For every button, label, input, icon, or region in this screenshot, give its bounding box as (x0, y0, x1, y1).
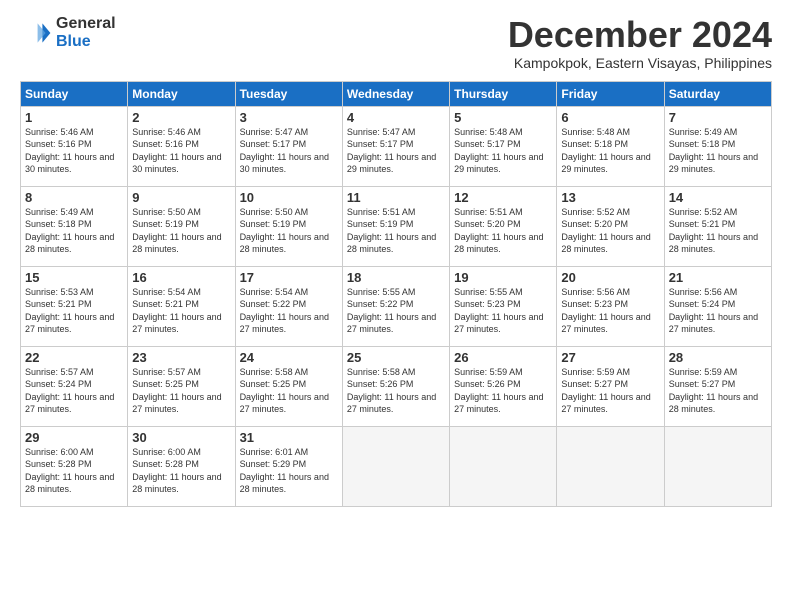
table-row: 22 Sunrise: 5:57 AMSunset: 5:24 PMDaylig… (21, 346, 772, 426)
day-24: 24 Sunrise: 5:58 AMSunset: 5:25 PMDaylig… (235, 346, 342, 426)
day-8: 8 Sunrise: 5:49 AMSunset: 5:18 PMDayligh… (21, 186, 128, 266)
day-21: 21 Sunrise: 5:56 AMSunset: 5:24 PMDaylig… (664, 266, 771, 346)
day-4: 4 Sunrise: 5:47 AMSunset: 5:17 PMDayligh… (342, 106, 449, 186)
logo-icon (20, 17, 52, 49)
col-wednesday: Wednesday (342, 81, 449, 106)
location: Kampokpok, Eastern Visayas, Philippines (508, 55, 772, 71)
day-2: 2 Sunrise: 5:46 AMSunset: 5:16 PMDayligh… (128, 106, 235, 186)
logo: General Blue (20, 15, 116, 50)
col-tuesday: Tuesday (235, 81, 342, 106)
day-11: 11 Sunrise: 5:51 AMSunset: 5:19 PMDaylig… (342, 186, 449, 266)
day-26: 26 Sunrise: 5:59 AMSunset: 5:26 PMDaylig… (450, 346, 557, 426)
day-28: 28 Sunrise: 5:59 AMSunset: 5:27 PMDaylig… (664, 346, 771, 426)
col-monday: Monday (128, 81, 235, 106)
empty-cell (450, 426, 557, 506)
empty-cell (342, 426, 449, 506)
logo-blue-text: Blue (56, 33, 116, 51)
col-friday: Friday (557, 81, 664, 106)
table-row: 15 Sunrise: 5:53 AMSunset: 5:21 PMDaylig… (21, 266, 772, 346)
day-20: 20 Sunrise: 5:56 AMSunset: 5:23 PMDaylig… (557, 266, 664, 346)
day-19: 19 Sunrise: 5:55 AMSunset: 5:23 PMDaylig… (450, 266, 557, 346)
col-thursday: Thursday (450, 81, 557, 106)
day-22: 22 Sunrise: 5:57 AMSunset: 5:24 PMDaylig… (21, 346, 128, 426)
empty-cell (664, 426, 771, 506)
month-title: December 2024 (508, 15, 772, 55)
day-17: 17 Sunrise: 5:54 AMSunset: 5:22 PMDaylig… (235, 266, 342, 346)
day-5: 5 Sunrise: 5:48 AMSunset: 5:17 PMDayligh… (450, 106, 557, 186)
day-14: 14 Sunrise: 5:52 AMSunset: 5:21 PMDaylig… (664, 186, 771, 266)
day-16: 16 Sunrise: 5:54 AMSunset: 5:21 PMDaylig… (128, 266, 235, 346)
day-3: 3 Sunrise: 5:47 AMSunset: 5:17 PMDayligh… (235, 106, 342, 186)
day-25: 25 Sunrise: 5:58 AMSunset: 5:26 PMDaylig… (342, 346, 449, 426)
title-section: December 2024 Kampokpok, Eastern Visayas… (508, 15, 772, 71)
day-23: 23 Sunrise: 5:57 AMSunset: 5:25 PMDaylig… (128, 346, 235, 426)
day-7: 7 Sunrise: 5:49 AMSunset: 5:18 PMDayligh… (664, 106, 771, 186)
logo-general-text: General (56, 15, 116, 33)
day-29: 29 Sunrise: 6:00 AMSunset: 5:28 PMDaylig… (21, 426, 128, 506)
calendar-table: Sunday Monday Tuesday Wednesday Thursday… (20, 81, 772, 507)
day-15: 15 Sunrise: 5:53 AMSunset: 5:21 PMDaylig… (21, 266, 128, 346)
col-sunday: Sunday (21, 81, 128, 106)
day-30: 30 Sunrise: 6:00 AMSunset: 5:28 PMDaylig… (128, 426, 235, 506)
calendar-header-row: Sunday Monday Tuesday Wednesday Thursday… (21, 81, 772, 106)
day-1: 1 Sunrise: 5:46 AMSunset: 5:16 PMDayligh… (21, 106, 128, 186)
day-9: 9 Sunrise: 5:50 AMSunset: 5:19 PMDayligh… (128, 186, 235, 266)
table-row: 29 Sunrise: 6:00 AMSunset: 5:28 PMDaylig… (21, 426, 772, 506)
table-row: 8 Sunrise: 5:49 AMSunset: 5:18 PMDayligh… (21, 186, 772, 266)
page: General Blue December 2024 Kampokpok, Ea… (0, 0, 792, 612)
table-row: 1 Sunrise: 5:46 AMSunset: 5:16 PMDayligh… (21, 106, 772, 186)
day-27: 27 Sunrise: 5:59 AMSunset: 5:27 PMDaylig… (557, 346, 664, 426)
day-10: 10 Sunrise: 5:50 AMSunset: 5:19 PMDaylig… (235, 186, 342, 266)
col-saturday: Saturday (664, 81, 771, 106)
day-12: 12 Sunrise: 5:51 AMSunset: 5:20 PMDaylig… (450, 186, 557, 266)
logo-text: General Blue (56, 15, 116, 50)
day-6: 6 Sunrise: 5:48 AMSunset: 5:18 PMDayligh… (557, 106, 664, 186)
day-18: 18 Sunrise: 5:55 AMSunset: 5:22 PMDaylig… (342, 266, 449, 346)
empty-cell (557, 426, 664, 506)
day-13: 13 Sunrise: 5:52 AMSunset: 5:20 PMDaylig… (557, 186, 664, 266)
header: General Blue December 2024 Kampokpok, Ea… (20, 15, 772, 71)
day-31: 31 Sunrise: 6:01 AMSunset: 5:29 PMDaylig… (235, 426, 342, 506)
